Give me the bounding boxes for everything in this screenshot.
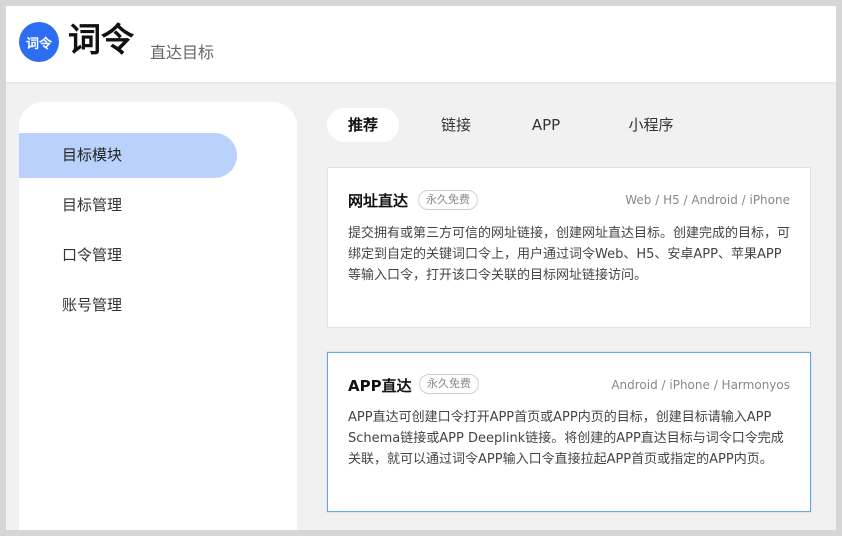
sidebar-item-label: 目标管理: [62, 196, 123, 214]
sidebar-item-target-management[interactable]: 目标管理: [19, 183, 237, 228]
tab-app[interactable]: APP: [515, 108, 577, 142]
card-platforms: Web / H5 / Android / iPhone: [625, 193, 790, 207]
tab-recommended[interactable]: 推荐: [327, 108, 399, 142]
card-description: APP直达可创建口令打开APP首页或APP内页的目标，创建目标请输入APP Sc…: [348, 410, 784, 467]
card-url-direct[interactable]: 网址直达 永久免费 Web / H5 / Android / iPhone 提交…: [327, 167, 811, 328]
tab-links[interactable]: 链接: [423, 108, 489, 142]
header: 词令 词令 直达目标: [6, 6, 836, 82]
sidebar-item-label: 口令管理: [62, 246, 123, 264]
sidebar-item-account-management[interactable]: 账号管理: [19, 283, 237, 328]
card-app-direct[interactable]: APP直达 永久免费 Android / iPhone / Harmonyos …: [327, 352, 811, 512]
brand-name: 词令: [68, 20, 134, 59]
card-title: APP直达: [348, 377, 412, 395]
brand-tagline: 直达目标: [150, 43, 215, 62]
tab-mini-program[interactable]: 小程序: [611, 108, 691, 142]
card-title: 网址直达: [348, 192, 409, 210]
sidebar: 目标模块 目标管理 口令管理 账号管理: [19, 102, 297, 530]
card-description: 提交拥有或第三方可信的网址链接，创建网址直达目标。创建完成的目标，可绑定到自定的…: [348, 226, 791, 283]
free-badge: 永久免费: [419, 374, 479, 394]
app-frame: 词令 词令 直达目标 目标模块 目标管理 口令管理 账号管理 推荐 链接 APP…: [6, 6, 836, 530]
sidebar-item-label: 目标模块: [62, 146, 123, 164]
logo-icon[interactable]: 词令: [19, 22, 59, 62]
sidebar-item-command-management[interactable]: 口令管理: [19, 233, 237, 278]
sidebar-item-label: 账号管理: [62, 296, 123, 314]
sidebar-item-target-module[interactable]: 目标模块: [19, 133, 237, 178]
card-platforms: Android / iPhone / Harmonyos: [611, 378, 790, 392]
free-badge: 永久免费: [418, 190, 478, 210]
